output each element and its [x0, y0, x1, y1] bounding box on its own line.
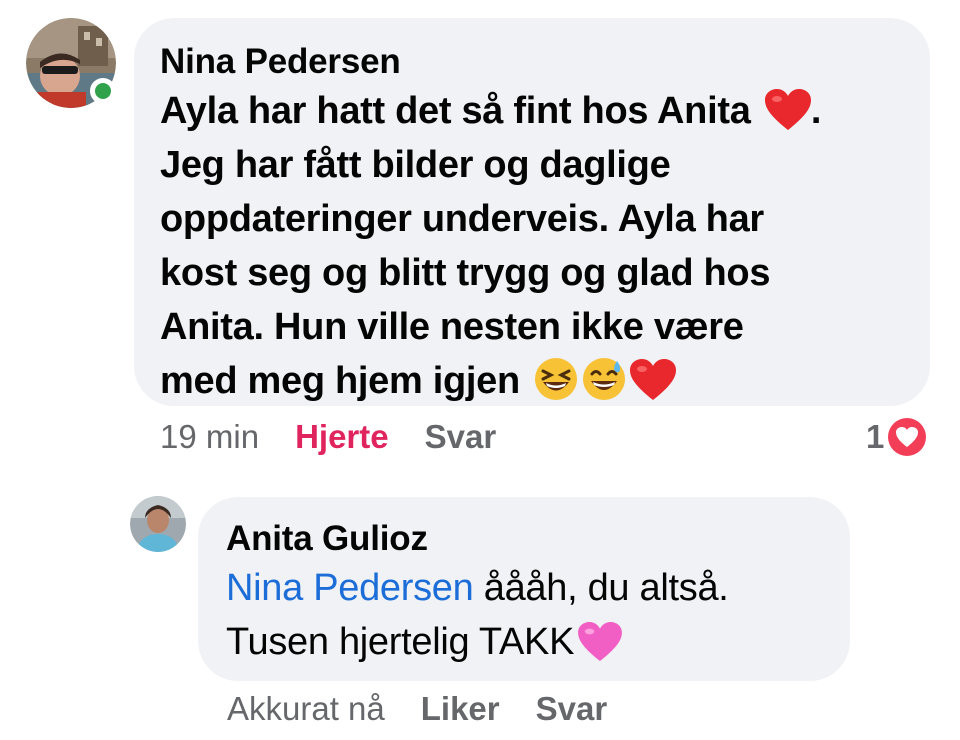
reply-button[interactable]: Svar [536, 690, 608, 728]
reply-line-text: Tusen hjertelig TAKK [226, 621, 575, 663]
reply-actions: Akkurat nå Liker Svar [227, 690, 643, 728]
heart-reaction-button[interactable]: Hjerte [295, 418, 389, 456]
comment-line: kost seg og blitt trygg og glad hos [160, 252, 771, 294]
comment-bubble: Nina Pedersen Ayla har hatt det så fint … [134, 18, 930, 406]
grinning-face-with-sweat-emoji [582, 357, 626, 401]
grinning-squinting-face-emoji [534, 357, 578, 401]
comment-line-text: Ayla har hatt det så fint hos Anita [160, 90, 751, 132]
avatar-photo [130, 496, 186, 552]
comment-timestamp[interactable]: 19 min [160, 418, 259, 456]
reply-text: Nina Pedersen åååh, du altså. Tusen hjer… [226, 561, 822, 669]
reply-line: Nina Pedersen åååh, du altså. [226, 561, 822, 615]
comment-line: Jeg har fått bilder og daglige [160, 144, 671, 186]
reaction-summary[interactable]: 1 [866, 418, 927, 456]
reply-button[interactable]: Svar [425, 418, 497, 456]
reply-timestamp[interactable]: Akkurat nå [227, 690, 385, 728]
red-heart-emoji [630, 359, 677, 401]
comment-line: Ayla har hatt det så fint hos Anita . [160, 84, 904, 138]
reply-bubble: Anita Gulioz Nina Pedersen åååh, du alts… [198, 497, 850, 681]
commenter-avatar[interactable] [26, 18, 116, 108]
heart-reaction-icon [888, 418, 927, 456]
comment-author-name[interactable]: Nina Pedersen [160, 40, 904, 84]
comment-line-text: med meg hjem igjen [160, 360, 520, 402]
reply-author-avatar[interactable] [130, 496, 186, 552]
reaction-count: 1 [866, 418, 885, 455]
comment-line: med meg hjem igjen [160, 354, 904, 408]
pink-heart-emoji [578, 622, 623, 662]
reply-line-text: åååh, du altså. [473, 567, 729, 609]
comment-line: oppdateringer underveis. Ayla har [160, 198, 764, 240]
reply-author-name[interactable]: Anita Gulioz [226, 517, 822, 561]
mention-link[interactable]: Nina Pedersen [226, 567, 474, 609]
like-button[interactable]: Liker [421, 690, 500, 728]
red-heart-emoji [764, 89, 811, 131]
online-status-indicator [90, 78, 116, 104]
comment-line: Anita. Hun ville nesten ikke være [160, 306, 744, 348]
comment-actions: 19 min Hjerte Svar [160, 418, 532, 456]
reply-line: Tusen hjertelig TAKK [226, 615, 822, 669]
comment-text: Ayla har hatt det så fint hos Anita . Je… [160, 84, 904, 408]
comment-thread: Nina Pedersen Ayla har hatt det så fint … [0, 0, 960, 740]
comment-punctuation: . [810, 90, 822, 132]
